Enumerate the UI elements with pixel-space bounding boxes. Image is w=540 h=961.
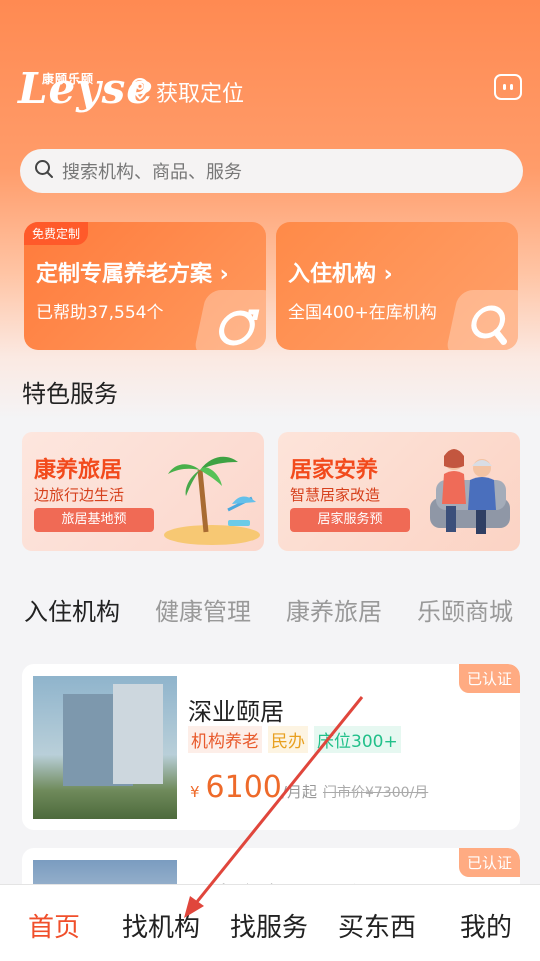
free-tag: 免费定制 — [24, 222, 89, 245]
nav-shop[interactable]: 买东西 — [338, 907, 416, 944]
nav-home[interactable]: 首页 — [28, 907, 80, 944]
palm-tree-illustration — [162, 440, 262, 549]
listing-photo — [33, 676, 177, 819]
currency-symbol: ¥ — [190, 783, 200, 801]
facility-card-title: 入住机构 › — [288, 262, 393, 287]
listing-card[interactable]: 已认证 深业颐居 机构养老 民办 床位300+ ¥ 6100 /月起 门市价¥7… — [22, 664, 520, 830]
custom-plan-title: 定制专属养老方案 › — [36, 262, 229, 287]
feature-home-care-subtitle: 智慧居家改造 — [290, 486, 381, 504]
feature-travel-title: 康养旅居 — [34, 458, 123, 483]
tag-chip: 床位300+ — [314, 726, 401, 753]
tab-wellness-travel[interactable]: 康养旅居 — [286, 592, 382, 627]
tab-shop[interactable]: 乐颐商城 — [417, 592, 513, 627]
tag-chip: 机构养老 — [188, 726, 262, 753]
custom-plan-subtitle: 已帮助37,554个 — [36, 303, 164, 323]
verified-badge: 已认证 — [458, 848, 520, 877]
verified-badge: 已认证 — [458, 664, 520, 693]
nav-find-service[interactable]: 找服务 — [230, 907, 308, 944]
feature-home-care-title: 居家安养 — [290, 458, 379, 483]
message-icon[interactable] — [494, 74, 522, 100]
refresh-icon — [192, 290, 266, 350]
facility-card[interactable]: 入住机构 › 全国400+在库机构 — [276, 222, 518, 350]
original-price: 门市价¥7300/月 — [322, 785, 429, 801]
location-selector[interactable]: 获取定位 — [130, 76, 244, 108]
couple-sofa-illustration — [416, 440, 520, 551]
price-value: 6100 — [205, 770, 282, 805]
search-icon — [34, 159, 54, 183]
listing-name: 深业颐居 — [188, 698, 284, 726]
header-background — [0, 0, 540, 420]
travel-booking-button[interactable]: 旅居基地预 — [34, 508, 154, 532]
search-bar[interactable]: 搜索机构、商品、服务 — [20, 149, 523, 193]
price-unit: /月起 — [281, 783, 317, 801]
nav-find-facility[interactable]: 找机构 — [122, 907, 200, 944]
features-heading: 特色服务 — [22, 380, 118, 408]
listing-price: ¥ 6100 /月起 门市价¥7300/月 — [190, 770, 428, 805]
feature-travel-subtitle: 边旅行边生活 — [34, 486, 125, 504]
tab-facilities[interactable]: 入住机构 — [24, 592, 120, 627]
tag-chip: 民办 — [268, 726, 308, 753]
facility-card-subtitle: 全国400+在库机构 — [288, 303, 437, 323]
feature-travel[interactable]: 康养旅居 边旅行边生活 旅居基地预 — [22, 432, 264, 551]
search-placeholder: 搜索机构、商品、服务 — [62, 162, 242, 183]
location-pin-icon — [130, 77, 150, 106]
tab-health-management[interactable]: 健康管理 — [155, 592, 251, 627]
bottom-navigation: 首页 找机构 找服务 买东西 我的 — [0, 884, 540, 961]
feature-home-care[interactable]: 居家安养 智慧居家改造 居家服务预 — [278, 432, 520, 551]
category-tabs: 入住机构 健康管理 康养旅居 乐颐商城 — [0, 592, 540, 632]
custom-plan-card[interactable]: 免费定制 定制专属养老方案 › 已帮助37,554个 — [24, 222, 266, 350]
listing-tags: 机构养老 民办 床位300+ — [188, 726, 401, 753]
home-care-booking-button[interactable]: 居家服务预 — [290, 508, 410, 532]
nav-profile[interactable]: 我的 — [460, 907, 512, 944]
search-magnifier-icon — [444, 290, 518, 350]
location-label: 获取定位 — [156, 82, 245, 107]
